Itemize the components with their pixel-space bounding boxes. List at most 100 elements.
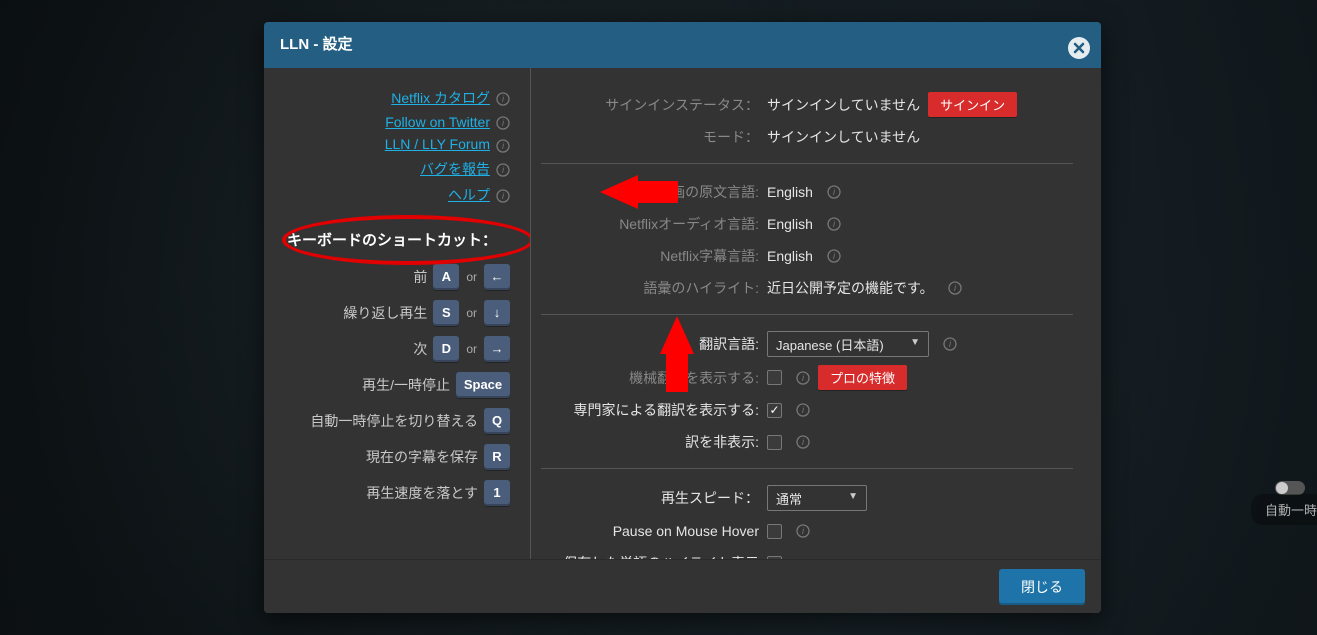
subtitle-language-value: English xyxy=(767,248,813,264)
key-q: Q xyxy=(484,408,510,434)
translation-language-label: 翻訳言語: xyxy=(541,334,767,354)
key-right: → xyxy=(484,336,510,362)
info-icon[interactable]: i xyxy=(827,249,841,263)
mode-value: サインインしていません xyxy=(767,127,920,147)
key-r: R xyxy=(484,444,510,470)
pro-badge[interactable]: プロの特徴 xyxy=(818,365,907,390)
info-icon[interactable]: i xyxy=(796,435,810,449)
autoplay-toggle[interactable] xyxy=(1275,481,1305,495)
key-down: ↓ xyxy=(484,300,510,326)
svg-text:i: i xyxy=(802,405,805,415)
pause-on-hover-checkbox[interactable] xyxy=(767,524,782,539)
saved-words-checkbox[interactable] xyxy=(767,556,782,560)
signin-status-label: サインインステータス： xyxy=(541,95,767,115)
info-icon[interactable]: i xyxy=(948,281,962,295)
info-icon: i xyxy=(496,92,510,106)
row-signin-status: サインインステータス： サインインしていません サインイン xyxy=(541,92,1073,117)
shortcut-row-next: 次 D or → xyxy=(274,336,510,362)
info-icon: i xyxy=(496,139,510,153)
playback-speed-label: 再生スピード： xyxy=(541,488,767,508)
svg-text:i: i xyxy=(802,373,805,383)
info-icon[interactable]: i xyxy=(943,337,957,351)
row-subtitle-language: Netflix字幕言語: English i xyxy=(541,244,1073,268)
vocab-highlight-label: 語彙のハイライト: xyxy=(541,278,767,298)
svg-text:i: i xyxy=(949,339,952,349)
row-machine-translation: 機械翻訳を表示する: i プロの特徴 xyxy=(541,365,1073,390)
info-icon[interactable]: i xyxy=(827,185,841,199)
shortcut-row-playpause: 再生/一時停止 Space xyxy=(274,372,510,398)
key-1: 1 xyxy=(484,480,510,506)
expert-translation-checkbox[interactable] xyxy=(767,403,782,418)
keyboard-title: キーボードのショートカット： xyxy=(274,229,510,250)
info-icon[interactable]: i xyxy=(796,524,810,538)
info-icon: i xyxy=(496,189,510,203)
row-saved-words-highlight: 保存した単語のハイライト表示 xyxy=(541,551,1073,559)
playback-speed-select[interactable]: 通常 xyxy=(767,485,867,511)
link-netflix-catalog[interactable]: Netflix カタログ xyxy=(391,90,490,106)
link-forum[interactable]: LLN / LLY Forum xyxy=(385,136,490,152)
link-twitter[interactable]: Follow on Twitter xyxy=(385,114,490,130)
link-help[interactable]: ヘルプ xyxy=(448,187,490,203)
key-d: D xyxy=(433,336,459,362)
svg-text:i: i xyxy=(502,94,505,104)
left-pane: Netflix カタログ i Follow on Twitter i LLN / L… xyxy=(264,68,530,559)
shortcut-label: 次 xyxy=(413,339,427,359)
translation-language-select[interactable]: Japanese (日本語) xyxy=(767,331,929,357)
shortcut-row-toggle-auto: 自動一時停止を切り替える Q xyxy=(274,408,510,434)
machine-translation-checkbox[interactable] xyxy=(767,370,782,385)
link-report-bug[interactable]: バグを報告 xyxy=(420,161,490,177)
shortcut-label: 再生/一時停止 xyxy=(362,375,450,395)
key-space: Space xyxy=(456,372,510,398)
row-hide-translation: 訳を非表示: i xyxy=(541,430,1073,454)
modal-body: Netflix カタログ i Follow on Twitter i LLN / L… xyxy=(264,68,1101,559)
shortcut-label: 前 xyxy=(413,267,427,287)
shortcut-label: 再生速度を落とす xyxy=(366,483,478,503)
divider xyxy=(541,163,1073,164)
pause-on-hover-label: Pause on Mouse Hover xyxy=(541,523,767,539)
or-separator: or xyxy=(465,306,478,320)
row-original-language: 映画の原文言語: English i xyxy=(541,180,1073,204)
vocab-highlight-value: 近日公開予定の機能です。 xyxy=(767,278,934,298)
info-icon: i xyxy=(496,163,510,177)
row-audio-language: Netflixオーディオ言語: English i xyxy=(541,212,1073,236)
info-icon[interactable]: i xyxy=(796,371,810,385)
saved-words-label: 保存した単語のハイライト表示 xyxy=(541,553,767,559)
mode-label: モード： xyxy=(541,127,767,147)
original-language-value: English xyxy=(767,184,813,200)
audio-language-value: English xyxy=(767,216,813,232)
or-separator: or xyxy=(465,342,478,356)
info-icon[interactable]: i xyxy=(827,217,841,231)
modal-header: LLN - 設定 xyxy=(264,22,1101,68)
svg-text:i: i xyxy=(502,141,505,151)
svg-text:i: i xyxy=(833,187,836,197)
close-icon[interactable] xyxy=(1067,33,1091,57)
shortcut-label: 繰り返し再生 xyxy=(343,303,427,323)
key-a: A xyxy=(433,264,459,290)
shortcut-row-repeat: 繰り返し再生 S or ↓ xyxy=(274,300,510,326)
divider xyxy=(541,314,1073,315)
signin-status-value: サインインしていません xyxy=(767,95,920,115)
key-s: S xyxy=(433,300,459,326)
info-icon[interactable]: i xyxy=(796,403,810,417)
original-language-label: 映画の原文言語: xyxy=(541,182,767,202)
svg-text:i: i xyxy=(802,437,805,447)
row-playback-speed: 再生スピード： 通常 xyxy=(541,485,1073,511)
shortcut-row-speed-down: 再生速度を落とす 1 xyxy=(274,480,510,506)
settings-modal: LLN - 設定 Netflix カタログ i Follow on Twitter… xyxy=(264,22,1101,613)
signin-button[interactable]: サインイン xyxy=(928,92,1017,117)
hide-translation-label: 訳を非表示: xyxy=(541,432,767,452)
key-left: ← xyxy=(484,264,510,290)
close-button[interactable]: 閉じる xyxy=(999,569,1085,605)
shortcut-label: 現在の字幕を保存 xyxy=(366,447,478,467)
machine-translation-label: 機械翻訳を表示する: xyxy=(541,368,767,388)
subtitle-language-label: Netflix字幕言語: xyxy=(541,246,767,266)
svg-text:i: i xyxy=(833,251,836,261)
svg-text:i: i xyxy=(502,118,505,128)
shortcut-row-prev: 前 A or ← xyxy=(274,264,510,290)
svg-text:i: i xyxy=(502,165,505,175)
row-vocab-highlight: 語彙のハイライト: 近日公開予定の機能です。 i xyxy=(541,276,1073,300)
audio-language-label: Netflixオーディオ言語: xyxy=(541,214,767,234)
playback-speed-value: 通常 xyxy=(776,489,802,508)
row-translation-language: 翻訳言語: Japanese (日本語) i xyxy=(541,331,1073,357)
hide-translation-checkbox[interactable] xyxy=(767,435,782,450)
